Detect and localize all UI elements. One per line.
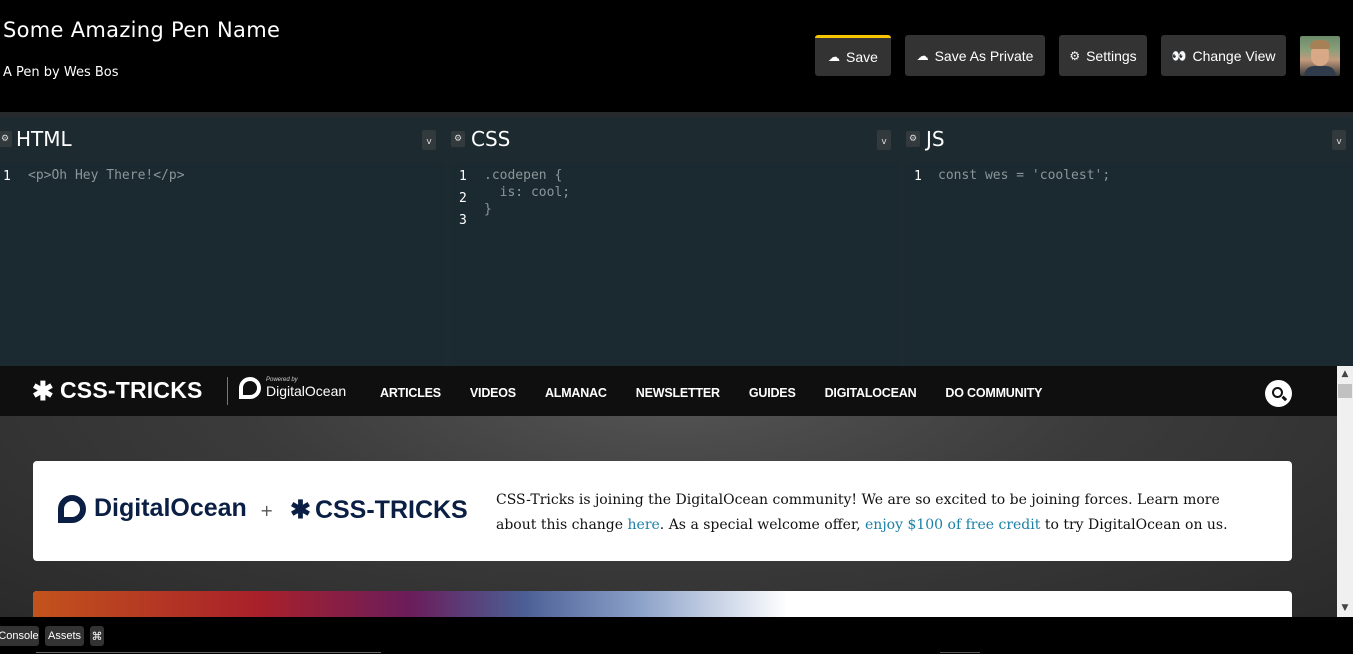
css-editor: ⚙ CSS v 1 2 3 .codepen { is: cool; } bbox=[450, 117, 900, 366]
css-code[interactable]: .codepen { is: cool; } bbox=[484, 167, 570, 218]
site-nav-menu: ARTICLES VIDEOS ALMANAC NEWSLETTER GUIDE… bbox=[380, 386, 1071, 400]
line-number: 2 bbox=[459, 191, 467, 206]
js-code[interactable]: const wes = 'coolest'; bbox=[938, 167, 1110, 184]
settings-label: Settings bbox=[1086, 47, 1137, 64]
html-editor: ⚙ HTML v 1 <p>Oh Hey There!</p> bbox=[0, 117, 445, 366]
site-navbar: ✱ CSS-TRICKS Powered by DigitalOcean ART… bbox=[0, 366, 1337, 416]
line-number: 1 bbox=[914, 169, 922, 184]
js-editor-header: ⚙ JS v bbox=[905, 117, 1353, 163]
nav-item-newsletter[interactable]: NEWSLETTER bbox=[636, 386, 720, 400]
footer-divider bbox=[36, 652, 381, 653]
shortcuts-icon[interactable]: ⌘ bbox=[90, 626, 104, 646]
save-as-private-button[interactable]: ☁ Save As Private bbox=[905, 35, 1045, 76]
nav-item-videos[interactable]: VIDEOS bbox=[470, 386, 516, 400]
eyes-icon: 👀 bbox=[1171, 48, 1187, 63]
header: Some Amazing Pen Name A Pen by Wes Bos ☁… bbox=[0, 0, 1353, 112]
site-logo[interactable]: ✱ CSS-TRICKS bbox=[32, 377, 203, 404]
scrollbar-thumb[interactable] bbox=[1338, 384, 1352, 398]
avatar[interactable] bbox=[1300, 36, 1340, 76]
js-editor: ⚙ JS v 1 const wes = 'coolest'; bbox=[905, 117, 1353, 366]
line-number: 3 bbox=[459, 213, 467, 228]
save-button[interactable]: ☁ Save bbox=[815, 35, 891, 76]
gear-icon[interactable]: ⚙ bbox=[451, 131, 465, 147]
nav-item-do-community[interactable]: DO COMMUNITY bbox=[945, 386, 1042, 400]
chevron-down-icon[interactable]: v bbox=[422, 130, 436, 150]
asterisk-icon: ✱ bbox=[32, 375, 54, 406]
chevron-down-icon[interactable]: v bbox=[1332, 130, 1346, 150]
save-label: Save bbox=[846, 49, 878, 65]
html-code[interactable]: <p>Oh Hey There!</p> bbox=[28, 167, 185, 184]
banner-csstricks-name: CSS-TRICKS bbox=[314, 495, 468, 524]
cloud-icon: ☁ bbox=[916, 48, 929, 63]
asterisk-icon: ✱ bbox=[290, 496, 311, 524]
gear-icon[interactable]: ⚙ bbox=[906, 131, 920, 147]
digitalocean-icon bbox=[239, 377, 261, 399]
preview-scrollbar[interactable]: ▲ ▼ bbox=[1337, 366, 1353, 617]
nav-item-articles[interactable]: ARTICLES bbox=[380, 386, 441, 400]
banner-text-3: to try DigitalOcean on us. bbox=[1040, 517, 1228, 533]
html-editor-title: HTML bbox=[16, 127, 72, 151]
console-button[interactable]: Console bbox=[0, 626, 39, 646]
cloud-icon: ☁ bbox=[828, 50, 841, 64]
codepen-app: Some Amazing Pen Name A Pen by Wes Bos ☁… bbox=[0, 0, 1353, 654]
chevron-down-icon[interactable]: v bbox=[877, 130, 891, 150]
preview-frame[interactable]: ✱ CSS-TRICKS Powered by DigitalOcean ART… bbox=[0, 366, 1353, 617]
assets-button[interactable]: Assets bbox=[45, 626, 84, 646]
change-view-label: Change View bbox=[1192, 47, 1276, 64]
banner-digitalocean-logo: DigitalOcean bbox=[58, 494, 247, 523]
css-editor-title: CSS bbox=[471, 127, 511, 151]
search-icon bbox=[1272, 387, 1283, 398]
line-number: 1 bbox=[459, 169, 467, 184]
change-view-button[interactable]: 👀 Change View bbox=[1161, 35, 1286, 76]
save-as-private-label: Save As Private bbox=[934, 47, 1034, 64]
announcement-banner: DigitalOcean + ✱ CSS-TRICKS CSS-Tricks i… bbox=[33, 461, 1292, 561]
hero-image bbox=[33, 591, 788, 617]
banner-message: CSS-Tricks is joining the DigitalOcean c… bbox=[496, 488, 1256, 538]
banner-csstricks-logo: ✱ CSS-TRICKS bbox=[290, 495, 468, 525]
gear-icon: ⚙ bbox=[1069, 48, 1081, 63]
hero-card[interactable] bbox=[33, 591, 1292, 617]
settings-button[interactable]: ⚙ Settings bbox=[1059, 35, 1147, 76]
nav-item-almanac[interactable]: ALMANAC bbox=[545, 386, 607, 400]
gear-icon[interactable]: ⚙ bbox=[0, 131, 12, 147]
js-code-area[interactable]: 1 const wes = 'coolest'; bbox=[905, 163, 1353, 366]
footer-bar: Console Assets ⌘ bbox=[0, 617, 1353, 654]
banner-text-2: . As a special welcome offer, bbox=[659, 517, 866, 533]
banner-link-credit[interactable]: enjoy $100 of free credit bbox=[865, 517, 1040, 533]
footer-divider bbox=[940, 652, 980, 653]
digitalocean-icon bbox=[58, 494, 86, 523]
nav-item-digitalocean[interactable]: DIGITALOCEAN bbox=[825, 386, 917, 400]
partner-name: DigitalOcean bbox=[266, 383, 347, 399]
digitalocean-badge-text: Powered by DigitalOcean bbox=[266, 377, 346, 399]
line-numbers: 1 2 3 bbox=[459, 166, 467, 232]
js-editor-title: JS bbox=[926, 127, 945, 151]
pen-title[interactable]: Some Amazing Pen Name bbox=[3, 18, 280, 42]
line-number: 1 bbox=[3, 169, 11, 184]
html-editor-header: ⚙ HTML v bbox=[0, 117, 445, 163]
avatar-shirt bbox=[1304, 66, 1336, 76]
css-code-area[interactable]: 1 2 3 .codepen { is: cool; } bbox=[450, 163, 900, 366]
digitalocean-badge[interactable]: Powered by DigitalOcean bbox=[239, 377, 346, 399]
scroll-up-icon[interactable]: ▲ bbox=[1337, 366, 1353, 382]
pen-author: A Pen by Wes Bos bbox=[3, 65, 119, 80]
editors: ⚙ HTML v 1 <p>Oh Hey There!</p> ⚙ CSS v … bbox=[0, 117, 1353, 366]
site-logo-text: CSS-TRICKS bbox=[60, 377, 203, 403]
css-editor-header: ⚙ CSS v bbox=[450, 117, 900, 163]
avatar-hair bbox=[1310, 40, 1330, 49]
logo-separator bbox=[227, 377, 228, 405]
banner-digitalocean-name: DigitalOcean bbox=[94, 494, 247, 522]
plus-sign: + bbox=[260, 501, 274, 520]
banner-link-here[interactable]: here bbox=[628, 517, 660, 533]
html-code-area[interactable]: 1 <p>Oh Hey There!</p> bbox=[0, 163, 445, 366]
search-button[interactable] bbox=[1265, 380, 1292, 407]
nav-item-guides[interactable]: GUIDES bbox=[749, 386, 796, 400]
scroll-down-icon[interactable]: ▼ bbox=[1337, 600, 1353, 616]
